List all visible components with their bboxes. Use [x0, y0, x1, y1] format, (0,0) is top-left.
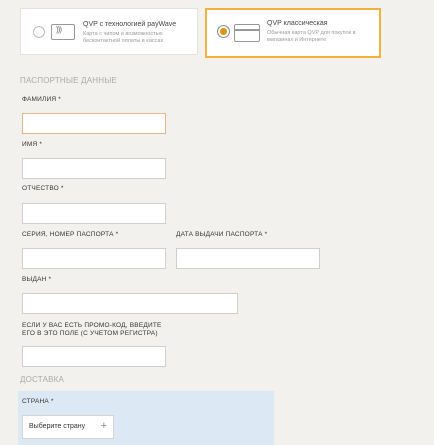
paywave-description: Карта с чипом и возможностью бесконтактн…	[83, 31, 164, 44]
promo-input[interactable]	[22, 346, 166, 367]
passport-section-title: ПАСПОРТНЫЕ ДАННЫЕ	[20, 76, 118, 85]
issued-by-label: ВЫДАН *	[22, 276, 52, 283]
card-icon	[234, 24, 260, 42]
payment-option-paywave[interactable]: QVP с технологией payWave Карта с чипом …	[20, 8, 198, 55]
delivery-section-title: ДОСТАВКА	[20, 375, 65, 384]
classic-title: QVP классическая	[267, 20, 328, 27]
issued-by-input[interactable]	[22, 293, 238, 314]
surname-label: ФАМИЛИЯ *	[22, 96, 61, 103]
country-label: СТРАНА *	[22, 398, 54, 405]
classic-description: Обычная карта QVP для покупок в магазина…	[267, 30, 356, 43]
payment-option-classic[interactable]: QVP классическая Обычная карта QVP для п…	[205, 8, 381, 58]
passport-series-label: СЕРИЯ, НОМЕР ПАСПОРТА *	[22, 231, 119, 238]
patronymic-label: ОТЧЕСТВО *	[22, 185, 64, 192]
name-input[interactable]	[22, 158, 166, 179]
plus-icon: +	[100, 420, 107, 432]
radio-classic[interactable]	[217, 25, 230, 38]
issue-date-input[interactable]	[176, 248, 320, 269]
paywave-title: QVP с технологией payWave	[83, 21, 177, 28]
issue-date-label: ДАТА ВЫДАЧИ ПАСПОРТА *	[176, 231, 268, 238]
contactless-card-icon	[51, 24, 75, 40]
country-select[interactable]: Выберите страну +	[22, 415, 114, 439]
passport-series-input[interactable]	[22, 248, 166, 269]
name-label: ИМЯ *	[22, 141, 43, 148]
promo-label: ЕСЛИ У ВАС ЕСТЬ ПРОМО-КОД, ВВЕДИТЕ ЕГО В…	[22, 322, 162, 337]
country-select-value: Выберите страну	[29, 423, 86, 430]
radio-paywave[interactable]	[33, 26, 45, 38]
surname-input[interactable]	[22, 113, 166, 134]
patronymic-input[interactable]	[22, 203, 166, 224]
